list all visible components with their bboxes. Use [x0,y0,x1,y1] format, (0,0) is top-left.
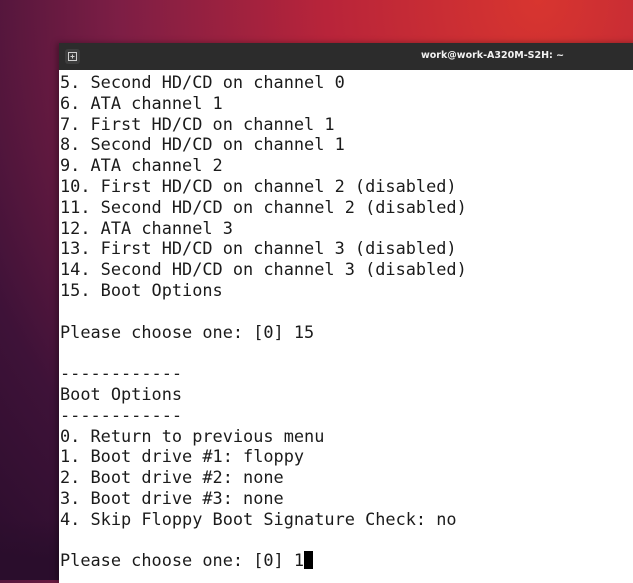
terminal-titlebar[interactable]: work@work-A320M-S2H: ~ [59,43,633,70]
terminal-line: 15. Boot Options [60,279,223,300]
terminal-line: 14. Second HD/CD on channel 3 (disabled) [60,259,467,280]
terminal-prompt-line[interactable]: Please choose one: [0] 1 [60,550,633,571]
text-cursor [304,551,314,570]
terminal-line: ------------ [60,363,183,384]
terminal-line: 6. ATA channel 1 [60,92,223,113]
terminal-line: 5. Second HD/CD on channel 0 [60,72,345,92]
terminal-line: ------------ [60,404,183,425]
terminal-line: 10. First HD/CD on channel 2 (disabled) [60,175,457,196]
terminal-line: Please choose one: [0] 15 [60,321,315,342]
terminal-window: work@work-A320M-S2H: ~ 5. Second HD/CD o… [59,43,633,583]
terminal-line: 2. Boot drive #2: none [60,467,284,488]
terminal-line: 7. First HD/CD on channel 1 [60,113,335,134]
terminal-line: 1. Boot drive #1: floppy [60,446,305,467]
terminal-line: 11. Second HD/CD on channel 2 (disabled) [60,196,467,217]
terminal-lines: 5. Second HD/CD on channel 0 6. ATA chann… [60,72,633,550]
terminal-output[interactable]: 5. Second HD/CD on channel 0 6. ATA chann… [60,72,633,583]
prompt-text: Please choose one: [0] 1 [60,550,305,571]
terminal-line: 8. Second HD/CD on channel 1 [60,134,345,155]
new-tab-button[interactable] [65,49,80,64]
window-title: work@work-A320M-S2H: ~ [421,50,565,61]
terminal-line: 0. Return to previous menu [60,425,325,446]
terminal-line: 9. ATA channel 2 [60,155,223,176]
terminal-line: 3. Boot drive #3: none [60,487,284,508]
terminal-line: 13. First HD/CD on channel 3 (disabled) [60,238,457,259]
terminal-line: 4. Skip Floppy Boot Signature Check: no [60,508,457,529]
new-tab-icon [68,52,77,61]
terminal-line: Boot Options [60,383,183,404]
terminal-line: 12. ATA channel 3 [60,217,233,238]
